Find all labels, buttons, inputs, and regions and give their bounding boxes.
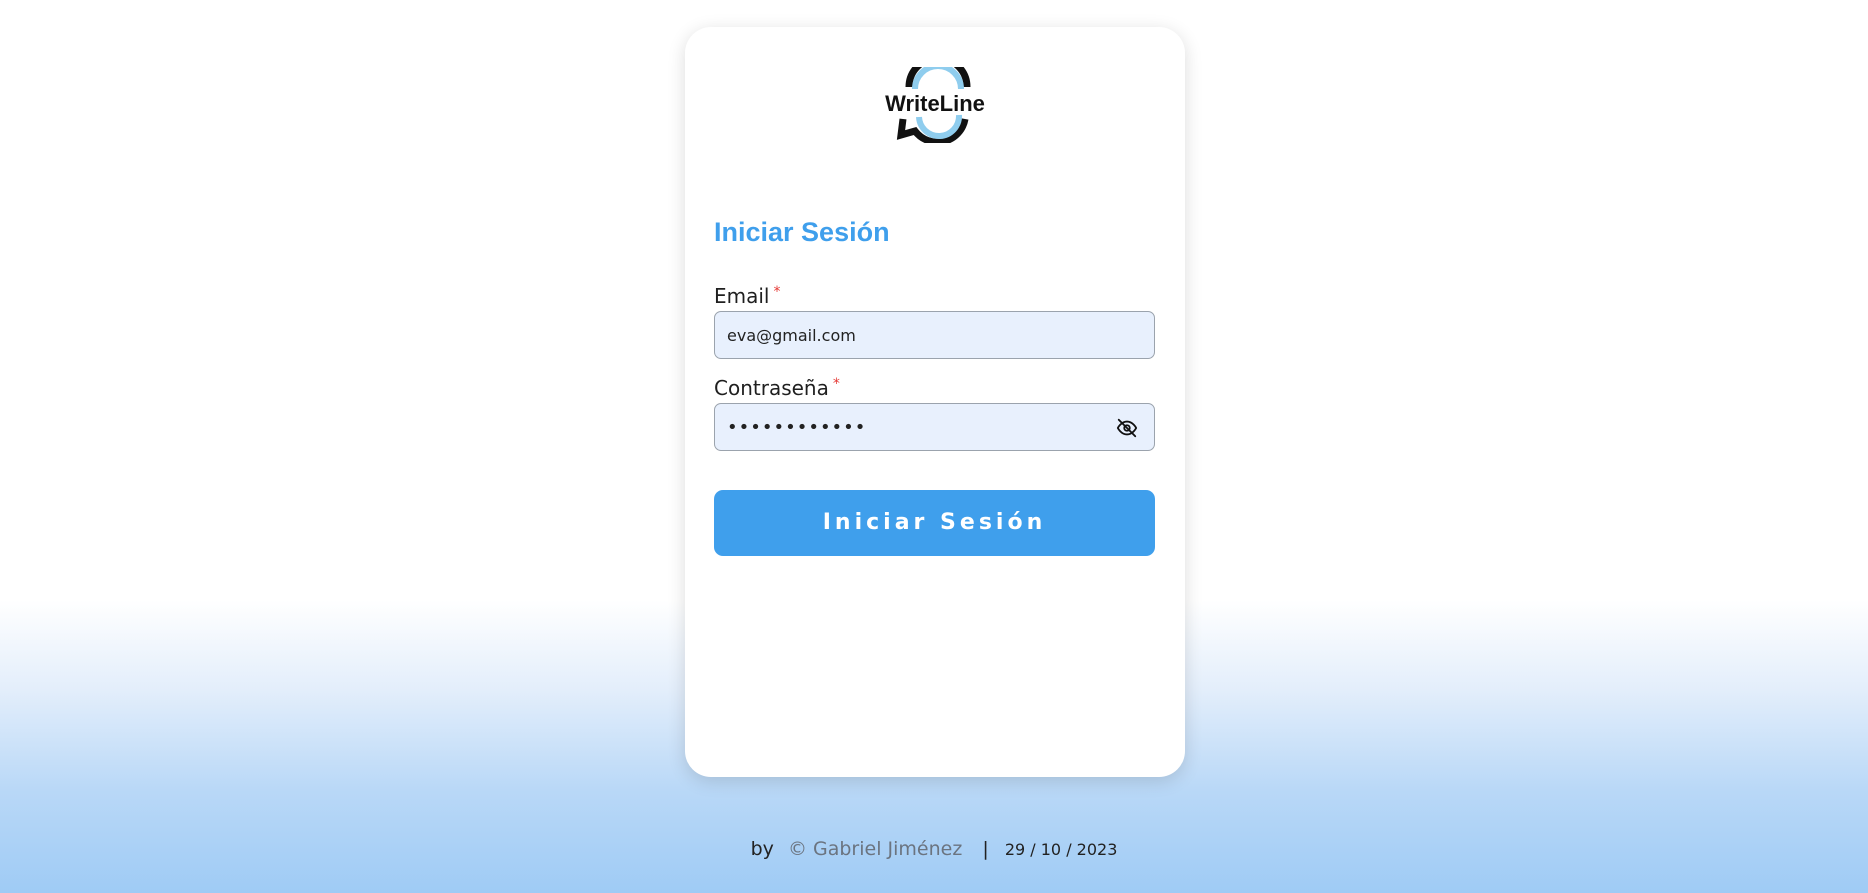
password-input[interactable] xyxy=(727,404,1107,450)
login-button[interactable]: Iniciar Sesión xyxy=(714,490,1155,556)
writeline-logo: WriteLine xyxy=(875,67,995,143)
login-title: Iniciar Sesión xyxy=(714,217,890,247)
footer-by: by xyxy=(750,838,774,860)
logo-text: WriteLine xyxy=(885,91,985,116)
password-label: Contraseña * xyxy=(714,376,840,400)
email-label: Email * xyxy=(714,284,781,308)
eye-off-icon[interactable] xyxy=(1116,417,1138,439)
footer: by © Gabriel Jiménez | 29 / 10 / 2023 xyxy=(0,838,1868,860)
password-label-text: Contraseña xyxy=(714,376,829,400)
footer-separator: | xyxy=(982,838,989,860)
email-required-mark: * xyxy=(773,284,781,300)
login-card: WriteLine Iniciar Sesión Email* Contrase… xyxy=(685,27,1185,777)
email-input[interactable] xyxy=(727,312,1107,358)
footer-author: © Gabriel Jiménez xyxy=(787,838,963,860)
email-field[interactable] xyxy=(714,311,1155,359)
password-required-mark: * xyxy=(832,376,840,392)
email-label-text: Email xyxy=(714,284,770,308)
password-field[interactable] xyxy=(714,403,1155,451)
footer-date: 29 / 10 / 2023 xyxy=(1004,840,1118,859)
